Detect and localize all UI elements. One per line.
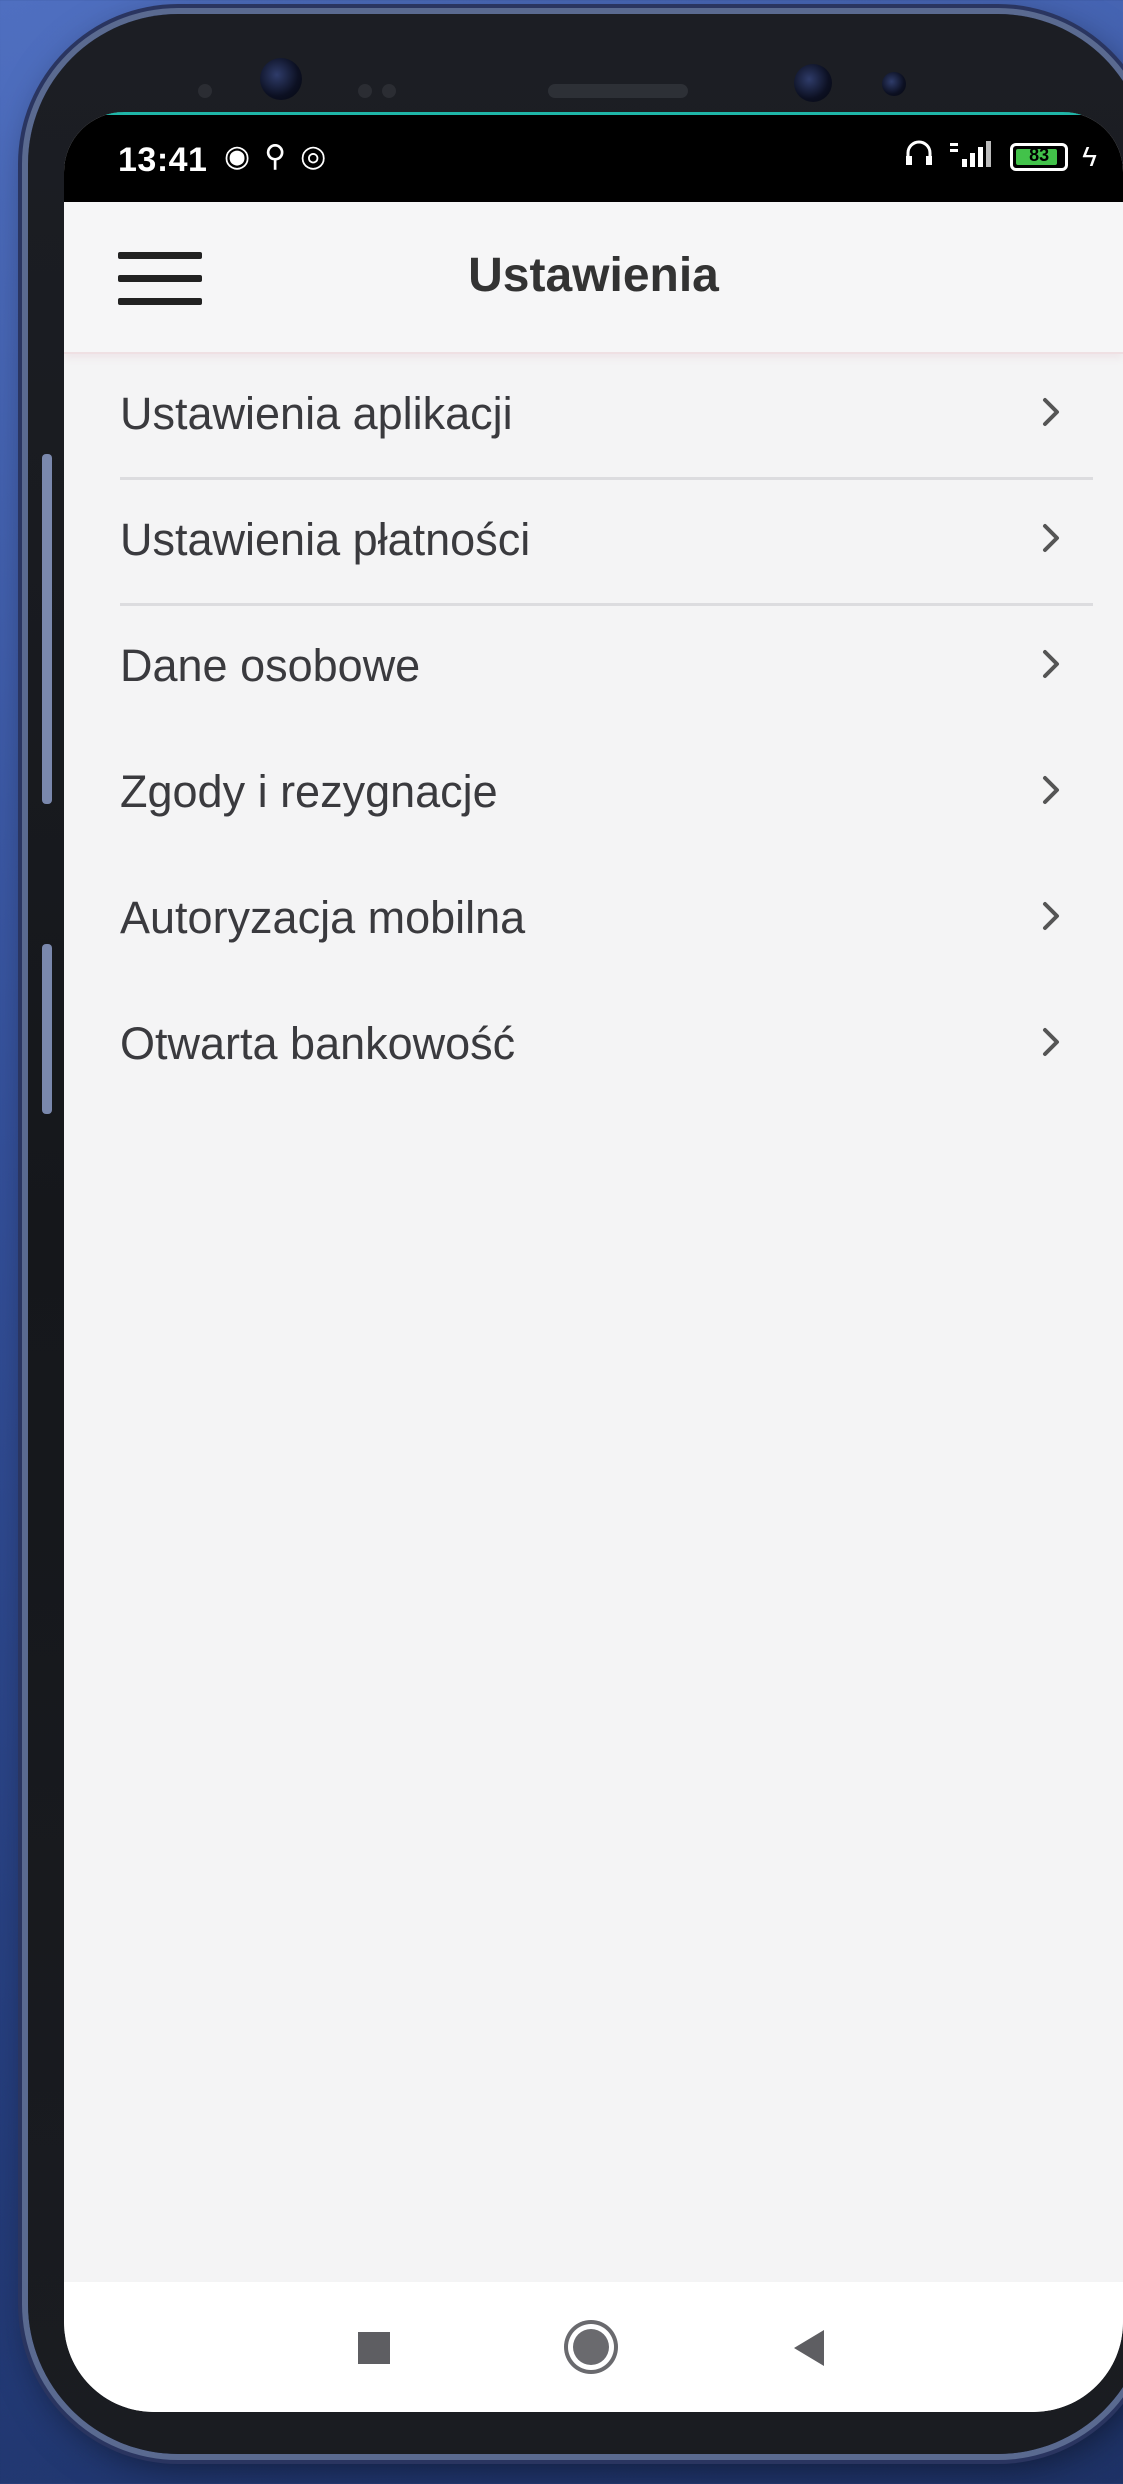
system-nav-bar (64, 2282, 1123, 2412)
menu-item-personal-data[interactable]: Dane osobowe (64, 606, 1123, 732)
battery-icon: 83 (1010, 142, 1069, 171)
menu-item-label: Zgody i rezygnacje (120, 766, 498, 817)
back-icon[interactable] (794, 2330, 824, 2366)
menu-item-label: Autoryzacja mobilna (120, 892, 526, 943)
volume-button (42, 454, 52, 804)
battery-level: 83 (1029, 144, 1050, 165)
phone-screen: 13:41 ◉ ⚲ ◎ 83 ϟ Ustawienia Ustawienia a… (64, 112, 1123, 2412)
app-bar: Ustawienia (64, 202, 1123, 354)
earpiece-speaker (548, 84, 688, 98)
menu-item-label: Ustawienia płatności (120, 514, 531, 565)
chevron-right-icon (1043, 776, 1059, 804)
signal-icon (948, 139, 996, 174)
menu-item-payment-settings[interactable]: Ustawienia płatności (64, 480, 1123, 606)
message-icon: ◉ (224, 140, 251, 173)
recents-icon[interactable] (358, 2332, 390, 2364)
front-camera-icon (260, 58, 302, 100)
menu-item-label: Otwarta bankowość (120, 1018, 516, 1069)
menu-item-consents[interactable]: Zgody i rezygnacje (64, 732, 1123, 858)
chevron-right-icon (1043, 902, 1059, 930)
sync-icon: ◎ (300, 140, 327, 173)
headphones-icon (904, 139, 934, 174)
chevron-right-icon (1043, 398, 1059, 426)
status-icons-right: 83 ϟ (904, 139, 1097, 174)
home-icon[interactable] (568, 2324, 614, 2370)
sensor-dot (358, 84, 372, 98)
front-camera-icon (882, 72, 906, 96)
location-icon: ⚲ (264, 140, 287, 173)
menu-item-open-banking[interactable]: Otwarta bankowość (64, 984, 1123, 1110)
sensor-dot (382, 84, 396, 98)
menu-item-app-settings[interactable]: Ustawienia aplikacji (64, 354, 1123, 480)
sensor-dot (198, 84, 212, 98)
status-bar: 13:41 ◉ ⚲ ◎ 83 ϟ (64, 112, 1123, 202)
settings-menu: Ustawienia aplikacji Ustawienia płatnośc… (64, 354, 1123, 1110)
status-icons-left: ◉ ⚲ ◎ (224, 139, 326, 174)
menu-item-label: Ustawienia aplikacji (120, 388, 513, 439)
chevron-right-icon (1043, 1028, 1059, 1056)
chevron-right-icon (1043, 524, 1059, 552)
menu-item-mobile-authorization[interactable]: Autoryzacja mobilna (64, 858, 1123, 984)
status-time: 13:41 (118, 141, 208, 179)
power-button (42, 944, 52, 1114)
page-title: Ustawienia (468, 249, 719, 302)
charging-icon: ϟ (1082, 140, 1097, 172)
chevron-right-icon (1043, 650, 1059, 678)
front-camera-icon (794, 64, 832, 102)
menu-item-label: Dane osobowe (120, 640, 421, 691)
